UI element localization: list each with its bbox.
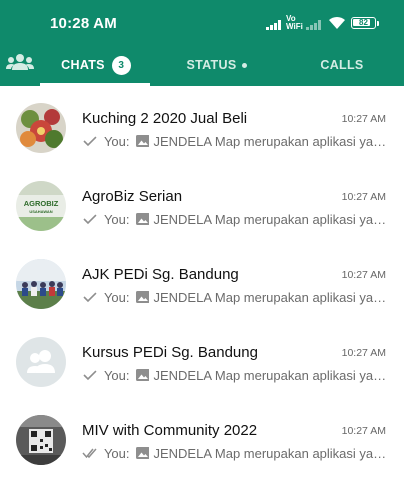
preview-text: JENDELA Map merupakan aplikasi yang: [153, 133, 387, 149]
status-bar: 10:28 AM Vo WiFi 82: [0, 0, 404, 44]
preview-sender: You:: [103, 211, 130, 227]
preview-text: JENDELA Map merupakan aplikasi yang: [153, 289, 387, 305]
unread-badge: 3: [111, 55, 131, 75]
sent-check-icon: [83, 136, 97, 147]
photo-icon: [135, 135, 150, 147]
chat-time: 10:27 AM: [341, 347, 386, 359]
avatar-logo-subtext: USAHAWAN: [29, 209, 53, 214]
community-icon[interactable]: [6, 52, 34, 74]
chat-name: MIV with Community 2022: [82, 422, 258, 439]
chat-time: 10:27 AM: [341, 425, 386, 437]
wifi-label: WiFi: [286, 22, 303, 31]
chat-preview: You: JENDELA Map merupakan aplikasi yang: [82, 366, 387, 384]
signal-icon: [266, 20, 286, 30]
default-group-icon: [16, 337, 66, 387]
chat-avatar[interactable]: [16, 337, 66, 387]
sent-check-icon: [83, 370, 97, 381]
app-header: 10:28 AM Vo WiFi 82 CHATS 3 STATUS CALLS: [0, 0, 404, 86]
chat-avatar[interactable]: AGROBIZ USAHAWAN: [16, 181, 66, 231]
flowers-photo-icon: [16, 103, 66, 153]
photo-icon: [135, 447, 150, 459]
chat-avatar[interactable]: [16, 103, 66, 153]
clock: 10:28 AM: [50, 15, 117, 32]
photo-icon: [135, 369, 150, 381]
sent-check-icon: [83, 292, 97, 303]
photo-icon: [135, 291, 150, 303]
chat-time: 10:27 AM: [341, 191, 386, 203]
chat-name: AgroBiz Serian: [82, 188, 183, 205]
preview-text: JENDELA Map merupakan aplikasi yang: [153, 445, 387, 461]
chat-row[interactable]: MIV with Community 2022 10:27 AM You: JE…: [0, 398, 404, 476]
tab-chats[interactable]: CHATS 3: [46, 44, 146, 86]
tab-chats-label: CHATS: [61, 58, 105, 72]
signal-secondary-icon: [306, 20, 326, 30]
chat-preview: You: JENDELA Map merupakan aplikasi yang: [82, 288, 387, 306]
tab-calls-label: CALLS: [320, 58, 364, 72]
preview-text: JENDELA Map merupakan aplikasi yang: [153, 367, 387, 383]
wifi-icon: [329, 16, 345, 29]
chat-name: AJK PEDi Sg. Bandung: [82, 266, 239, 283]
qr-photo-icon: [16, 415, 66, 465]
sent-check-icon: [83, 214, 97, 225]
battery-icon: 82: [351, 17, 376, 29]
tab-status-label: STATUS: [186, 58, 237, 72]
chat-time: 10:27 AM: [341, 269, 386, 281]
preview-text: JENDELA Map merupakan aplikasi yang: [153, 211, 387, 227]
avatar-logo-text: AGROBIZ: [23, 199, 59, 208]
chat-row[interactable]: AGROBIZ USAHAWAN AgroBiz Serian 10:27 AM…: [0, 164, 404, 242]
preview-sender: You:: [103, 133, 130, 149]
tab-bar: CHATS 3 STATUS CALLS: [0, 44, 404, 86]
chat-name: Kuching 2 2020 Jual Beli: [82, 110, 248, 127]
chat-time: 10:27 AM: [341, 113, 386, 125]
chat-preview: You: JENDELA Map merupakan aplikasi yang: [82, 444, 387, 462]
delivered-double-check-icon: [82, 448, 97, 459]
tab-calls[interactable]: CALLS: [290, 44, 394, 86]
chat-avatar[interactable]: [16, 415, 66, 465]
chat-preview: You: JENDELA Map merupakan aplikasi yang: [82, 132, 387, 150]
group-photo-icon: [16, 259, 66, 309]
chat-row[interactable]: Kuching 2 2020 Jual Beli 10:27 AM You: J…: [0, 86, 404, 164]
volte-indicator: Vo WiFi: [286, 15, 303, 31]
chat-row[interactable]: AJK PEDi Sg. Bandung 10:27 AM You: JENDE…: [0, 242, 404, 320]
chat-preview: You: JENDELA Map merupakan aplikasi yang: [82, 210, 387, 228]
chat-name: Kursus PEDi Sg. Bandung: [82, 344, 258, 361]
preview-sender: You:: [103, 367, 130, 383]
photo-icon: [135, 213, 150, 225]
preview-sender: You:: [103, 445, 130, 461]
chat-avatar[interactable]: [16, 259, 66, 309]
preview-sender: You:: [103, 289, 130, 305]
battery-level-text: 82: [359, 18, 368, 27]
chat-row[interactable]: Kursus PEDi Sg. Bandung 10:27 AM You: JE…: [0, 320, 404, 398]
tab-status[interactable]: STATUS: [162, 44, 272, 86]
status-update-dot: [242, 62, 248, 68]
